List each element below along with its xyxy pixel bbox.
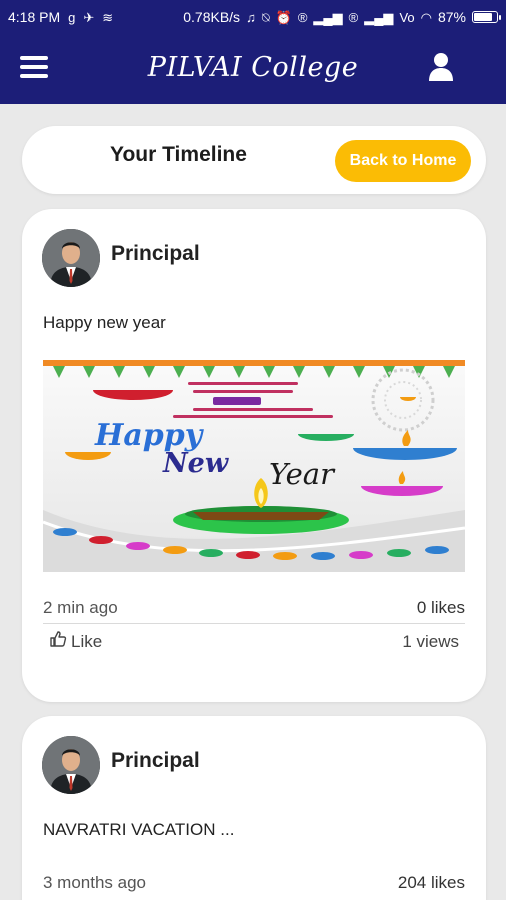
status-bar: 4:18 PM g ✈ ≋ 0.78KB/s ♫ ⍉ ⏰ ® ▂▄▆ ® ▂▄▆… xyxy=(0,0,506,34)
cell-signal-icon: ▂▄▆ xyxy=(313,9,343,25)
post-author: Principal xyxy=(111,749,200,772)
status-time: 4:18 PM xyxy=(8,9,61,25)
thumbs-up-icon xyxy=(49,630,67,653)
headphones-icon: ♫ xyxy=(246,9,256,25)
signal-icon: ≋ xyxy=(102,9,114,25)
post-actions: Like 1 views xyxy=(43,630,465,653)
post-card: Principal NAVRATRI VACATION ... 3 months… xyxy=(22,716,486,900)
post-text: NAVRATRI VACATION ... xyxy=(43,820,235,839)
page-title: Your Timeline xyxy=(110,143,247,166)
avatar xyxy=(42,736,100,794)
like-button[interactable]: Like xyxy=(43,630,102,653)
back-to-home-button[interactable]: Back to Home xyxy=(335,140,471,182)
network-speed: 0.78KB/s xyxy=(183,9,241,25)
battery-percent: 87% xyxy=(437,9,466,25)
like-label: Like xyxy=(71,631,103,651)
registered-icon: ® xyxy=(297,9,308,25)
user-icon[interactable] xyxy=(428,52,454,82)
sim-icon: ® xyxy=(348,9,359,25)
post-image[interactable]: Happy New Year xyxy=(43,360,465,572)
image-year-text: Year xyxy=(269,457,336,491)
image-new-text: New xyxy=(162,448,230,479)
divider xyxy=(43,623,465,624)
post-text: Happy new year xyxy=(43,313,166,332)
wifi-icon: ◠ xyxy=(420,9,432,25)
views-count: 1 views xyxy=(402,631,459,651)
post-meta: 2 min ago 0 likes xyxy=(43,598,465,618)
post-card: Principal Happy new year Happy New Year … xyxy=(22,209,486,702)
app-notification-icon: g xyxy=(68,9,76,25)
post-meta: 3 months ago 204 likes xyxy=(43,873,465,893)
post-author: Principal xyxy=(111,242,200,265)
battery-icon xyxy=(472,11,501,23)
cell-signal-2-icon: ▂▄▆ xyxy=(364,9,394,25)
volte-icon: Vo xyxy=(399,9,415,25)
app-bar: PILVAI College xyxy=(0,34,506,104)
timeline-header: Your Timeline Back to Home xyxy=(22,126,486,194)
post-time: 2 min ago xyxy=(43,598,118,617)
post-time: 3 months ago xyxy=(43,873,147,892)
mute-icon: ⍉ xyxy=(261,9,270,25)
alarm-icon: ⏰ xyxy=(275,9,292,25)
likes-count: 204 likes xyxy=(397,873,465,892)
avatar xyxy=(42,229,100,287)
likes-count: 0 likes xyxy=(416,598,465,617)
bird-icon: ✈ xyxy=(83,9,95,25)
